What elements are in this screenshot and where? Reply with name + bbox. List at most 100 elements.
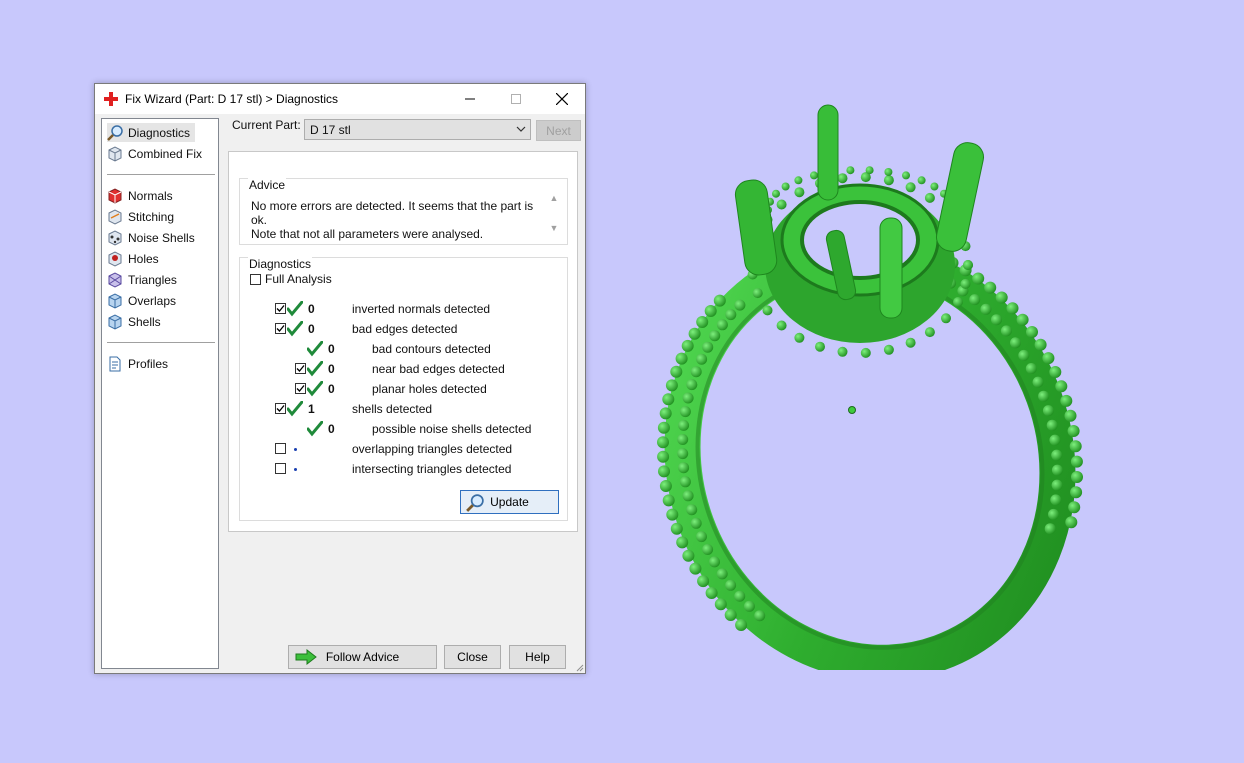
help-button[interactable]: Help [509, 645, 566, 669]
close-button[interactable]: Close [444, 645, 501, 669]
pave-bead [776, 199, 787, 210]
pave-bead [772, 189, 780, 198]
pave-bead [1065, 516, 1078, 529]
pave-bead [1051, 464, 1063, 476]
pave-bead [665, 379, 678, 392]
sidebar-item-label: Holes [128, 251, 159, 266]
follow-advice-button[interactable]: Follow Advice [288, 645, 437, 669]
pave-bead [1026, 326, 1038, 338]
scroll-up-icon: ▲ [549, 193, 559, 203]
ring-model[interactable] [640, 90, 1100, 670]
diagnostic-count: 0 [328, 362, 335, 376]
pave-bead [659, 407, 672, 420]
checkmark-icon [276, 405, 285, 412]
green-check-icon [287, 301, 303, 317]
diagnostic-checkbox[interactable] [295, 363, 306, 374]
sidebar-item-label: Diagnostics [128, 125, 191, 140]
sidebar-item-stitching[interactable]: Stitching [107, 207, 174, 226]
sidebar-item-diagnostics[interactable]: Diagnostics [107, 123, 196, 142]
diagnostic-label: overlapping triangles detected [352, 442, 513, 456]
pave-bead [1000, 325, 1012, 337]
full-analysis-checkbox[interactable] [250, 273, 261, 285]
pave-bead [679, 476, 691, 488]
sidebar-item-profiles[interactable]: Profiles [107, 354, 168, 373]
sidebar-item-shells[interactable]: Shells [107, 312, 161, 331]
close-window-button[interactable] [539, 84, 585, 114]
full-analysis-option[interactable]: Full Analysis [250, 270, 332, 288]
scroll-down-icon: ▼ [549, 223, 559, 233]
pave-bead [883, 344, 894, 355]
green-check-icon [307, 381, 323, 397]
pave-bead [725, 309, 737, 321]
diagnostic-count: 0 [328, 382, 335, 396]
maximize-icon [511, 94, 521, 104]
pave-bead [725, 579, 737, 591]
diagnostic-checkbox[interactable] [275, 403, 286, 414]
green-check-icon [287, 401, 303, 417]
pave-bead [905, 182, 916, 193]
sidebar-item-holes[interactable]: Holes [107, 249, 159, 268]
pave-bead [776, 320, 787, 331]
sidebar-item-label: Normals [128, 188, 173, 203]
pave-bead [1042, 352, 1055, 365]
pave-bead [984, 281, 997, 294]
maximize-button[interactable] [493, 84, 539, 114]
advice-scrollbar[interactable]: ▲ ▼ [547, 193, 561, 237]
update-button[interactable]: Update [460, 490, 559, 514]
diagnostic-row: 0 bad edges detected [240, 320, 560, 338]
diagnostic-row: 1 shells detected [240, 400, 560, 418]
holes-icon [108, 250, 122, 267]
main-panel: Advice No more errors are detected. It s… [228, 151, 578, 532]
sidebar-item-overlaps[interactable]: Overlaps [107, 291, 176, 310]
diagnostic-checkbox[interactable] [275, 463, 286, 474]
pave-bead [860, 347, 871, 358]
overlaps-icon [108, 292, 122, 309]
pave-bead [662, 494, 675, 507]
sidebar-item-triangles[interactable]: Triangles [107, 270, 177, 289]
sidebar-item-normals[interactable]: Normals [107, 186, 173, 205]
diagnostic-label: bad edges detected [352, 322, 458, 336]
diagnostic-row: 0 near bad edges detected [240, 360, 560, 378]
pave-bead [690, 366, 702, 378]
next-button[interactable]: Next [536, 120, 581, 141]
close-button-label: Close [457, 650, 488, 664]
pave-bead [677, 434, 689, 445]
title-bar[interactable]: Fix Wizard (Part: D 17 stl) > Diagnostic… [95, 84, 585, 114]
diagnostic-checkbox[interactable] [295, 383, 306, 394]
pave-bead [752, 288, 763, 299]
pave-bead [969, 294, 981, 306]
resize-grip-icon[interactable] [574, 662, 584, 672]
sidebar-item-label: Overlaps [128, 293, 177, 308]
pave-bead [743, 600, 755, 612]
current-part-select[interactable]: D 17 stl [304, 119, 531, 140]
follow-advice-label: Follow Advice [325, 650, 400, 664]
pave-bead [1060, 394, 1073, 407]
pave-bead [658, 465, 670, 478]
pave-bead [902, 171, 910, 180]
diagnostic-checkbox[interactable] [275, 443, 286, 454]
diagnostic-label: possible noise shells detected [372, 422, 532, 436]
pave-bead [702, 544, 714, 555]
pave-bead [690, 517, 702, 529]
pave-bead [688, 327, 701, 340]
diagnostic-checkbox[interactable] [275, 323, 286, 334]
pave-bead [794, 187, 805, 198]
green-check-icon [307, 341, 323, 357]
pave-bead [679, 406, 691, 418]
pave-bead [689, 562, 702, 575]
pave-bead [659, 480, 672, 492]
pave-bead [713, 294, 726, 307]
sidebar-item-combined-fix[interactable]: Combined Fix [107, 144, 202, 163]
pave-bead [657, 436, 669, 449]
pave-bead [675, 352, 688, 365]
minimize-button[interactable] [447, 84, 493, 114]
pave-bead [697, 575, 710, 588]
diagnostic-label: shells detected [352, 402, 433, 416]
pave-bead [678, 419, 690, 431]
pave-bead [716, 319, 728, 331]
diagnostic-checkbox[interactable] [275, 303, 286, 314]
pave-bead [1016, 313, 1029, 326]
pave-bead [762, 305, 773, 316]
green-check-icon [307, 421, 323, 437]
sidebar-item-noise-shells[interactable]: Noise Shells [107, 228, 195, 247]
